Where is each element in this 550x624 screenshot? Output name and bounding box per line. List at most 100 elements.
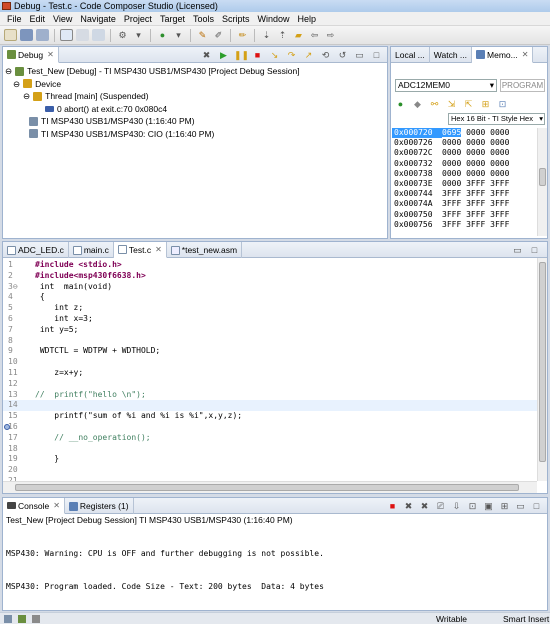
clear-console-icon[interactable]: ⎚ [434,500,447,512]
chevron-down-icon[interactable]: ▾ [490,80,494,91]
memory-row[interactable]: 0x000738 0000 0000 0000 [392,169,537,179]
resume-icon[interactable]: ▶ [217,49,230,61]
run-icon[interactable]: ● [156,29,169,41]
tool-icon[interactable] [32,615,40,623]
minimize-icon[interactable]: ▭ [353,49,366,61]
remove-terminated-icon[interactable]: ✖ [200,49,213,61]
tab-registers[interactable]: Registers (1) [65,498,134,514]
brush-icon[interactable]: ✎ [196,29,209,41]
minimize-icon[interactable]: ▭ [511,244,524,256]
memory-address-field[interactable]: ADC12MEM0 ▾ [395,79,497,92]
tree-item[interactable]: ⊖ Thread [main] (Suspended) [5,90,385,103]
debug-icon[interactable] [18,615,26,623]
save-icon[interactable] [20,29,33,41]
memory-page-select[interactable]: PROGRAM [500,79,545,92]
breakpoint-marker-icon[interactable] [4,424,10,430]
view-icon[interactable] [76,29,89,41]
memory-row[interactable]: 0x00072C 0000 0000 0000 [392,148,537,158]
new-tab-icon[interactable]: ⊞ [479,98,492,110]
step-return-icon[interactable]: ↗ [302,49,315,61]
scrollbar-thumb[interactable] [539,168,546,186]
code-editor[interactable]: 1 #include <stdio.h> 2 #include<msp430f663… [3,258,537,493]
pin-console-icon[interactable]: ⊡ [466,500,479,512]
tree-item[interactable]: 0 abort() at exit.c:70 0x080c4 [5,103,385,116]
minimize-icon[interactable]: ▭ [514,500,527,512]
memory-row[interactable]: 0x000732 0000 0000 0000 [392,159,537,169]
memory-row[interactable]: 0x000726 0000 0000 0000 [392,138,537,148]
wrench-icon[interactable]: ✐ [212,29,225,41]
console-output[interactable]: MSP430: Warning: CPU is OFF and further … [6,526,324,614]
save-all-icon[interactable] [36,29,49,41]
scrollbar-thumb[interactable] [15,484,519,491]
step-over-icon[interactable]: ↷ [285,49,298,61]
memory-row[interactable]: 0x000750 3FFF 3FFF 3FFF [392,210,537,220]
menu-help[interactable]: Help [294,12,321,26]
reset-icon[interactable]: ⟲ [319,49,332,61]
tab-main-c[interactable]: main.c [69,242,114,258]
pencil-icon[interactable]: ✏ [236,29,249,41]
memory-row[interactable]: 0x00073E 0000 3FFF 3FFF [392,179,537,189]
refresh-icon[interactable]: ● [394,98,407,110]
back-icon[interactable]: ⇦ [308,29,321,41]
restart-icon[interactable]: ↺ [336,49,349,61]
memory-row[interactable]: 0x000720 0695 0000 0000 [392,128,537,139]
memory-row[interactable]: 0x000756 3FFF 3FFF 3FFF [392,220,537,230]
menu-window[interactable]: Window [253,12,293,26]
dropdown-icon[interactable]: ▾ [132,29,145,41]
tree-item[interactable]: TI MSP430 USB1/MSP430 (1:16:40 PM) [5,115,385,128]
perspective-icon[interactable] [4,615,12,623]
debug-perspective-icon[interactable] [60,29,73,41]
menu-project[interactable]: Project [120,12,156,26]
editor-scrollbar[interactable] [537,258,547,481]
folder-icon[interactable]: ▰ [292,29,305,41]
remove-all-icon[interactable]: ✖ [418,500,431,512]
menu-file[interactable]: File [3,12,26,26]
close-icon[interactable]: ✕ [522,50,529,59]
tab-memory[interactable]: Memo... ✕ [472,47,534,63]
export-icon[interactable]: ⇱ [462,98,475,110]
editor-hscrollbar[interactable] [3,481,537,493]
tree-item[interactable]: ⊖ Test_New [Debug] - TI MSP430 USB1/MSP4… [5,65,385,78]
tab-test-new-asm[interactable]: *test_new.asm [167,242,243,258]
link-icon[interactable]: ⚯ [428,98,441,110]
menu-edit[interactable]: Edit [26,12,50,26]
tree-item[interactable]: ⊖ Device [5,78,385,91]
chevron-down-icon[interactable]: ▾ [539,114,543,124]
maximize-icon[interactable]: □ [370,49,383,61]
scrollbar-thumb[interactable] [539,262,546,462]
tab-watch[interactable]: Watch ... [430,47,473,63]
scroll-lock-icon[interactable]: ⇩ [450,500,463,512]
open-console-icon[interactable]: ⊞ [498,500,511,512]
settings-icon[interactable]: ⚙ [116,29,129,41]
menu-view[interactable]: View [49,12,76,26]
memory-row[interactable]: 0x00074A 3FFF 3FFF 3FFF [392,199,537,209]
import-icon[interactable]: ⇲ [445,98,458,110]
maximize-icon[interactable]: □ [528,244,541,256]
maximize-icon[interactable]: □ [530,500,543,512]
tab-adc-led[interactable]: ADC_LED.c [3,242,69,258]
memory-format-select[interactable]: Hex 16 Bit - TI Style Hex ▾ [448,113,545,125]
close-icon[interactable]: ✕ [155,245,162,254]
run-dropdown-icon[interactable]: ▾ [172,29,185,41]
tab-debug[interactable]: Debug ✕ [3,47,59,63]
close-icon[interactable]: ✕ [47,50,54,59]
erase-icon[interactable]: ◆ [411,98,424,110]
menu-navigate[interactable]: Navigate [76,12,120,26]
next-annotation-icon[interactable]: ⇣ [260,29,273,41]
menu-scripts[interactable]: Scripts [218,12,254,26]
tab-locals[interactable]: Local ... [391,47,430,63]
tab-console[interactable]: Console ✕ [3,498,65,514]
pin-icon[interactable]: ⊡ [496,98,509,110]
menu-target[interactable]: Target [156,12,189,26]
new-icon[interactable] [4,29,17,41]
memory-row[interactable]: 0x000744 3FFF 3FFF 3FFF [392,189,537,199]
menu-tools[interactable]: Tools [189,12,218,26]
remove-launch-icon[interactable]: ✖ [402,500,415,512]
display-console-icon[interactable]: ▣ [482,500,495,512]
tree-item[interactable]: TI MSP430 USB1/MSP430: CIO (1:16:40 PM) [5,128,385,141]
step-into-icon[interactable]: ↘ [268,49,281,61]
suspend-icon[interactable]: ❚❚ [234,49,249,61]
tab-test-c[interactable]: Test.c ✕ [113,242,167,258]
terminate-icon[interactable]: ■ [386,500,399,512]
terminate-icon[interactable]: ■ [251,49,264,61]
